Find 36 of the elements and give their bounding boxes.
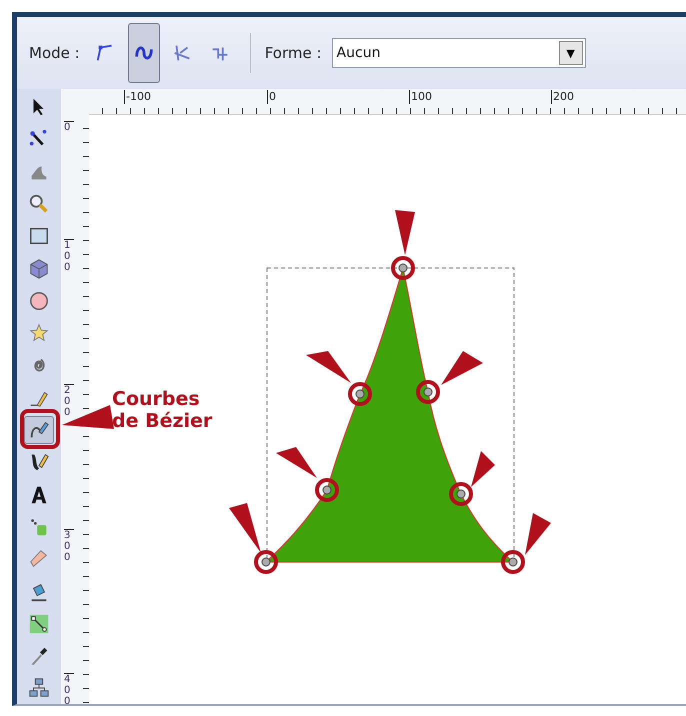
pointer-arrow: [395, 210, 415, 255]
ruler-label: 100: [64, 239, 74, 273]
node-handle[interactable]: [348, 382, 372, 406]
ruler-label: 0: [64, 121, 74, 133]
node-handle[interactable]: [501, 550, 525, 574]
zoom-icon: [28, 193, 50, 216]
ruler-label: 0: [267, 90, 276, 104]
node-handle[interactable]: [315, 478, 339, 502]
ruler-label: -100: [124, 90, 151, 104]
mode-label: Mode :: [29, 44, 80, 62]
circle-icon: [28, 290, 50, 312]
pointer-arrow: [306, 351, 351, 383]
node-handle[interactable]: [254, 550, 278, 574]
ruler-label: 100: [409, 90, 432, 104]
ruler-label: 200: [551, 90, 574, 104]
connector-icon: [28, 677, 50, 700]
shape-dropdown[interactable]: Aucun ▼: [332, 38, 586, 68]
selected-curved-triangle[interactable]: [266, 268, 514, 562]
ruler-label: 300: [64, 529, 74, 563]
cube-icon: [28, 258, 50, 280]
gradient-icon: [28, 612, 50, 635]
ruler-label: 400: [64, 673, 74, 707]
tool-button[interactable]: [24, 416, 54, 444]
pointer-arrow: [229, 503, 261, 553]
shape-label: Forme :: [264, 44, 322, 62]
pointer-arrow: [276, 447, 317, 478]
pointer-arrow: [471, 451, 495, 487]
node-handle[interactable]: [416, 380, 440, 404]
highlight-ring: [20, 409, 60, 449]
ruler-label: 200: [64, 384, 74, 418]
node-handle[interactable]: [449, 482, 473, 506]
node-handle[interactable]: [391, 256, 415, 280]
mode-button[interactable]: [128, 23, 160, 83]
pointer-arrow: [525, 513, 551, 555]
callout-text: Courbes de Bézier: [112, 388, 214, 432]
pointer-arrow: [441, 351, 483, 385]
